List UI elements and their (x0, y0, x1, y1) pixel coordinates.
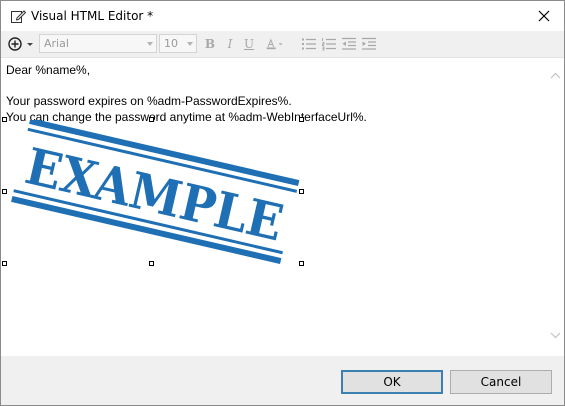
edit-document-icon (11, 10, 26, 23)
formatting-toolbar: Arial 10 B I U (1, 31, 564, 58)
title-bar: Visual HTML Editor * (1, 1, 564, 31)
resize-handle[interactable] (299, 117, 304, 122)
window-title: Visual HTML Editor * (31, 9, 154, 23)
scroll-down-icon[interactable] (550, 330, 561, 340)
close-button[interactable] (524, 1, 564, 31)
font-color-icon (266, 38, 283, 50)
editor-content-area[interactable]: Dear %name%, Your password expires on %a… (1, 58, 547, 356)
ok-button[interactable]: OK (341, 370, 443, 394)
resize-handle[interactable] (2, 261, 7, 266)
add-circle-icon (8, 37, 33, 51)
font-color-button[interactable] (266, 36, 284, 52)
dialog-button-bar: OK Cancel (1, 356, 564, 405)
italic-button[interactable]: I (224, 36, 236, 52)
vertical-scrollbar[interactable] (547, 58, 564, 356)
resize-handle[interactable] (2, 189, 7, 194)
numbered-list-button[interactable] (321, 36, 337, 52)
font-size-select[interactable]: 10 (159, 34, 197, 53)
resize-handle[interactable] (299, 261, 304, 266)
outdent-icon (342, 37, 356, 50)
indent-icon (362, 37, 376, 50)
close-icon (538, 10, 550, 22)
scroll-up-icon[interactable] (550, 71, 561, 81)
increase-indent-button[interactable] (361, 36, 377, 52)
underline-button[interactable]: U (243, 36, 255, 52)
greeting-line: Dear %name%, (6, 63, 91, 77)
numbered-list-icon (322, 38, 336, 51)
chevron-down-icon (147, 42, 153, 46)
decrease-indent-button[interactable] (341, 36, 357, 52)
resize-handle[interactable] (2, 117, 7, 122)
insert-button[interactable] (7, 36, 37, 52)
expiry-line: Your password expires on %adm-PasswordEx… (6, 94, 292, 108)
bold-button[interactable]: B (204, 36, 216, 52)
example-stamp-image[interactable]: EXAMPLE (5, 120, 305, 264)
font-family-select[interactable]: Arial (39, 34, 157, 53)
bulleted-list-button[interactable] (301, 36, 317, 52)
resize-handle[interactable] (299, 189, 304, 194)
font-family-value: Arial (44, 37, 69, 50)
bulleted-list-icon (302, 38, 316, 50)
resize-handle[interactable] (149, 117, 154, 122)
visual-html-editor-window: Visual HTML Editor * Arial 10 B I U Dear… (0, 0, 565, 406)
font-size-value: 10 (164, 37, 178, 50)
chevron-down-icon (187, 42, 193, 46)
stamp-text: EXAMPLE (20, 136, 289, 252)
cancel-button[interactable]: Cancel (450, 370, 552, 394)
resize-handle[interactable] (149, 261, 154, 266)
